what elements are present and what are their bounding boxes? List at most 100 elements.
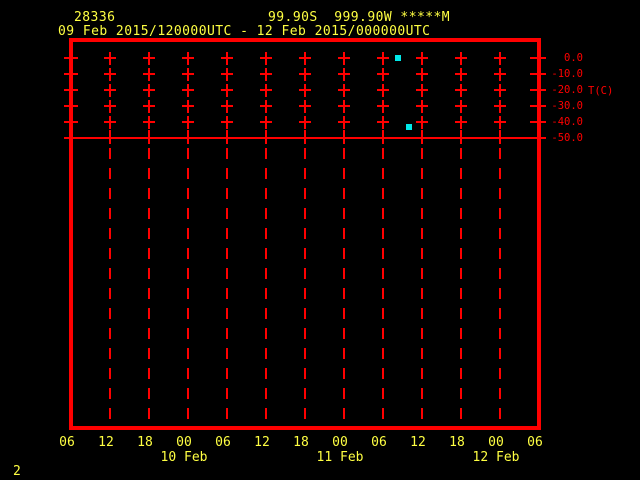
grid-plus-horizontal: [338, 121, 350, 123]
grid-plus-horizontal: [299, 73, 311, 75]
grid-plus-horizontal: [104, 121, 116, 123]
grid-plus-horizontal: [182, 73, 194, 75]
grid-plus-horizontal: [416, 121, 428, 123]
grid-plus-horizontal: [455, 121, 467, 123]
grid-plus-horizontal: [494, 57, 506, 59]
grid-plus-horizontal: [260, 73, 272, 75]
grid-baseline-dash: [460, 130, 462, 144]
grid-dashed-line: [109, 148, 111, 424]
grid-baseline-dash: [304, 130, 306, 144]
grid-plus-horizontal: [221, 57, 233, 59]
grid-plus-horizontal: [104, 73, 116, 75]
y-tick-left: [64, 57, 78, 59]
grid-baseline-dash: [226, 130, 228, 144]
y-tick-label: -30.0: [551, 100, 583, 112]
grid-plus-horizontal: [260, 89, 272, 91]
y-tick-left: [64, 73, 78, 75]
grid-plus-horizontal: [377, 121, 389, 123]
plot-area: 0.0 -10.0 -20.0 -30.0 -40.0 -50.0 06 12 18 00 10 F…: [0, 0, 640, 480]
grid-plus-horizontal: [260, 57, 272, 59]
y-tick-label: -40.0: [551, 116, 583, 128]
data-point: [394, 54, 401, 61]
grid-plus-horizontal: [416, 105, 428, 107]
y-tick-left: [64, 89, 78, 91]
grid-plus-horizontal: [104, 89, 116, 91]
grid-plus-horizontal: [299, 105, 311, 107]
grid-plus-horizontal: [455, 89, 467, 91]
x-tick-label: 06: [371, 435, 387, 450]
grid-plus-horizontal: [377, 89, 389, 91]
grid-plus-horizontal: [299, 121, 311, 123]
grid-baseline-dash: [187, 130, 189, 144]
grid-plus-horizontal: [455, 73, 467, 75]
grid-plus-horizontal: [260, 105, 272, 107]
grid-dashed-line: [421, 148, 423, 424]
grid-dashed-line: [226, 148, 228, 424]
x-tick-label: 12: [410, 435, 426, 450]
grid-baseline-dash: [265, 130, 267, 144]
grid-dashed-line: [460, 148, 462, 424]
grid-plus-horizontal: [494, 105, 506, 107]
grid-baseline-dash: [148, 130, 150, 144]
grid-plus-horizontal: [182, 89, 194, 91]
x-tick-label: 12: [254, 435, 270, 450]
grid-baseline-dash: [421, 130, 423, 144]
grid-plus-horizontal: [143, 105, 155, 107]
x-tick-label: 00: [176, 435, 192, 450]
grid-plus-horizontal: [182, 57, 194, 59]
x-tick-label: 00: [332, 435, 348, 450]
x-date-label: 12 Feb: [472, 450, 520, 465]
grid-plus-horizontal: [221, 121, 233, 123]
grid-baseline-dash: [109, 130, 111, 144]
grid-plus-horizontal: [104, 57, 116, 59]
meteogram-screen: 28336 99.90S 999.90W *****M 09 Feb 2015/…: [0, 0, 640, 480]
grid-plus-horizontal: [221, 105, 233, 107]
x-tick-label: 18: [137, 435, 153, 450]
grid-baseline-dash: [382, 130, 384, 144]
grid-plus-horizontal: [377, 105, 389, 107]
x-date-label: 10 Feb: [160, 450, 208, 465]
grid-plus-horizontal: [338, 89, 350, 91]
grid-plus-horizontal: [182, 105, 194, 107]
y-tick-left: [64, 105, 78, 107]
x-tick-label: 06: [59, 435, 75, 450]
grid-dashed-line: [304, 148, 306, 424]
grid-baseline-dash: [499, 130, 501, 144]
grid-dashed-line: [187, 148, 189, 424]
grid-plus-horizontal: [338, 73, 350, 75]
grid-dashed-line: [343, 148, 345, 424]
y-tick-label: -20.0: [551, 84, 583, 96]
x-tick-label: 06: [527, 435, 543, 450]
grid-dashed-line: [382, 148, 384, 424]
x-date-label: 11 Feb: [316, 450, 364, 465]
grid-plus-horizontal: [299, 89, 311, 91]
y-tick-label: -50.0: [551, 132, 583, 144]
y-tick-label: -10.0: [551, 68, 583, 80]
grid-plus-horizontal: [143, 89, 155, 91]
grid-plus-horizontal: [299, 57, 311, 59]
grid-plus-horizontal: [494, 89, 506, 91]
y-tick-label: 0.0: [564, 52, 583, 64]
grid-plus-horizontal: [416, 57, 428, 59]
grid-plus-horizontal: [494, 73, 506, 75]
grid-plus-horizontal: [377, 73, 389, 75]
grid-plus-horizontal: [260, 121, 272, 123]
grid-plus-horizontal: [494, 121, 506, 123]
grid-plus-horizontal: [377, 57, 389, 59]
grid-plus-horizontal: [221, 89, 233, 91]
data-point: [406, 123, 412, 130]
x-tick-label: 12: [98, 435, 114, 450]
page-number: 2: [13, 464, 21, 479]
grid-dashed-line: [499, 148, 501, 424]
grid-baseline-dash: [343, 130, 345, 144]
x-tick-label: 00: [488, 435, 504, 450]
grid-plus-horizontal: [221, 73, 233, 75]
grid-plus-horizontal: [338, 105, 350, 107]
grid-plus-horizontal: [455, 105, 467, 107]
y-axis-title: T(C): [588, 85, 614, 97]
x-tick-label: 06: [215, 435, 231, 450]
grid-plus-horizontal: [338, 57, 350, 59]
grid-plus-horizontal: [455, 57, 467, 59]
x-tick-label: 18: [449, 435, 465, 450]
grid-plus-horizontal: [416, 73, 428, 75]
